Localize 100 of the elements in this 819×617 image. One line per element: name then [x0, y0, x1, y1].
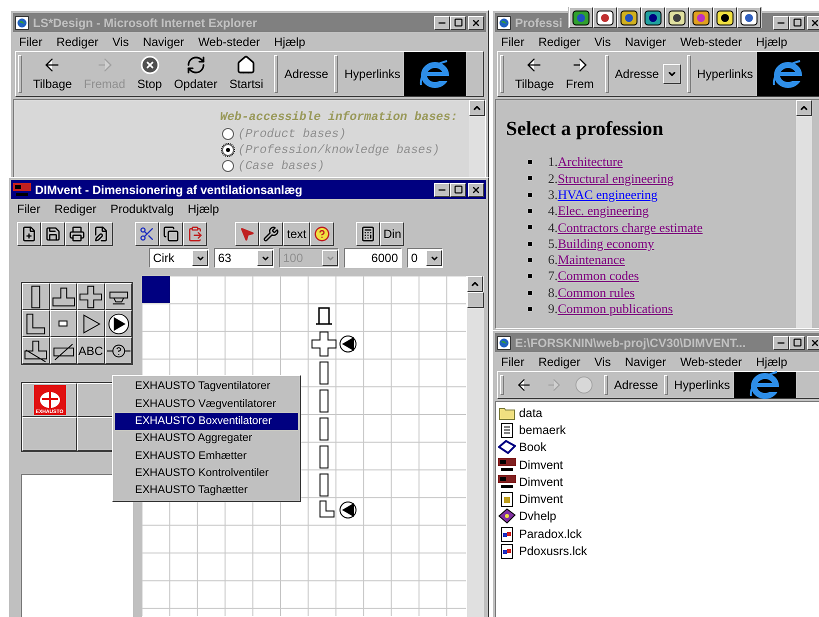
edit-button[interactable] [89, 222, 113, 246]
tool-button[interactable] [22, 337, 50, 364]
radio-button[interactable] [222, 160, 234, 172]
menu-item[interactable]: Filer [501, 352, 524, 370]
radio-button[interactable] [222, 144, 234, 156]
file-item[interactable]: Paradox.lck [498, 525, 819, 542]
tool-button[interactable] [77, 283, 104, 310]
copy-button[interactable] [159, 222, 183, 246]
calculator-button[interactable] [356, 222, 380, 246]
new-button[interactable] [17, 222, 41, 246]
scroll-up-button[interactable] [467, 276, 483, 292]
file-item[interactable]: Dvhelp [498, 508, 819, 526]
menu-item[interactable]: Produktvalg [110, 200, 174, 218]
dropdown[interactable]: Cirk [149, 248, 209, 268]
menu-item[interactable]: Hjælp [188, 200, 220, 218]
tool-button[interactable] [77, 310, 104, 337]
maximize-button[interactable] [789, 336, 805, 350]
menu-item[interactable]: EXHAUSTO Aggregater [115, 430, 298, 448]
tool-button[interactable] [22, 283, 50, 310]
cut-button[interactable] [135, 222, 159, 246]
menu-item[interactable]: Vis [112, 32, 129, 50]
file-item[interactable]: data [498, 404, 819, 422]
menu-item[interactable]: Hjælp [756, 352, 788, 370]
help-button[interactable] [310, 222, 334, 246]
paste-button[interactable] [183, 222, 207, 246]
scroll-up-button[interactable] [796, 100, 812, 116]
tool-button[interactable] [50, 283, 77, 310]
radio-button[interactable] [222, 128, 234, 140]
address-dropdown[interactable] [662, 64, 681, 84]
menu-item[interactable]: Naviger [142, 32, 184, 50]
toolbar-button[interactable]: Tilbage [512, 55, 557, 93]
shortcut-button[interactable] [689, 7, 713, 28]
maximize-button[interactable] [450, 182, 466, 196]
shortcut-button[interactable] [569, 7, 593, 28]
close-button[interactable] [807, 336, 819, 350]
file-item[interactable]: Pdoxusrs.lck [498, 542, 819, 560]
print-button[interactable] [65, 222, 89, 246]
minimize-button[interactable] [773, 16, 789, 30]
menu-item[interactable]: Rediger [54, 200, 96, 218]
menu-item[interactable]: Rediger [538, 32, 580, 50]
menu-item[interactable]: EXHAUSTO Vægventilatorer [115, 395, 298, 413]
maximize-button[interactable] [450, 16, 466, 30]
file-item[interactable]: Dimvent [498, 456, 819, 474]
menu-item[interactable]: Filer [17, 200, 40, 218]
tool-button[interactable] [104, 283, 132, 310]
menu-item[interactable]: EXHAUSTO Tagventilatorer [115, 378, 298, 396]
text-button[interactable]: text [283, 222, 310, 246]
menu-item[interactable]: Web-steder [680, 352, 742, 370]
scroll-thumb[interactable] [467, 292, 484, 308]
tool-button[interactable] [22, 310, 50, 337]
close-button[interactable] [807, 16, 819, 30]
tool-button[interactable] [104, 337, 132, 364]
menu-item[interactable]: Web-steder [680, 32, 742, 50]
menu-item[interactable]: EXHAUSTO Kontrolventiler [115, 464, 298, 482]
menu-item[interactable]: EXHAUSTO Emhætter [115, 447, 298, 464]
file-item[interactable]: Dimvent [498, 490, 819, 508]
save-button[interactable] [41, 222, 65, 246]
maximize-button[interactable] [789, 16, 805, 30]
file-item[interactable]: bemaerk [498, 421, 819, 439]
tool-button[interactable] [104, 310, 132, 337]
menu-item[interactable]: Naviger [624, 352, 666, 370]
minimize-button[interactable] [434, 16, 450, 30]
menu-item[interactable]: Vis [594, 352, 611, 370]
dropdown[interactable]: 0 [407, 248, 443, 268]
minimize-button[interactable] [773, 336, 789, 350]
toolbar-button[interactable]: Frem [562, 55, 597, 93]
shortcut-button[interactable] [713, 7, 737, 28]
toolbar-button[interactable]: Opdater [170, 55, 220, 93]
tool-button[interactable] [50, 337, 77, 364]
shortcut-button[interactable] [665, 7, 689, 28]
scroll-up-button[interactable] [469, 100, 485, 116]
product-button[interactable] [22, 417, 77, 451]
value-field[interactable]: 6000 [344, 248, 402, 268]
menu-item[interactable]: Rediger [56, 32, 98, 50]
shortcut-button[interactable] [617, 7, 641, 28]
menu-item[interactable]: Hjælp [274, 32, 306, 50]
dimension-button[interactable]: Din [380, 222, 404, 246]
menu-item[interactable]: Hjælp [756, 32, 788, 50]
toolbar-button[interactable]: Stop [134, 55, 165, 93]
dropdown[interactable]: 63 [214, 248, 274, 268]
shortcut-button[interactable] [737, 7, 761, 28]
toolbar-button[interactable]: Tilbage [30, 55, 75, 93]
menu-item[interactable]: Web-steder [198, 32, 260, 50]
text-tool-button[interactable]: ABC [77, 337, 104, 364]
close-button[interactable] [468, 182, 484, 196]
minimize-button[interactable] [434, 182, 450, 196]
menu-item[interactable]: Naviger [624, 32, 666, 50]
file-item[interactable]: Book [498, 438, 819, 456]
shortcut-button[interactable] [593, 7, 617, 28]
menu-item[interactable]: EXHAUSTO Boxventilatorer [115, 412, 298, 430]
tools-button[interactable] [259, 222, 283, 246]
file-item[interactable]: Dimvent [498, 473, 819, 490]
menu-item[interactable]: Filer [501, 32, 524, 50]
menu-item[interactable]: Rediger [538, 352, 580, 370]
menu-item[interactable]: EXHAUSTO Taghætter [115, 482, 298, 500]
close-button[interactable] [468, 16, 484, 30]
menu-item[interactable]: Filer [19, 32, 42, 50]
pointer-button[interactable] [235, 222, 259, 246]
tool-button[interactable] [50, 310, 77, 337]
toolbar-button[interactable]: Startsi [226, 55, 266, 93]
